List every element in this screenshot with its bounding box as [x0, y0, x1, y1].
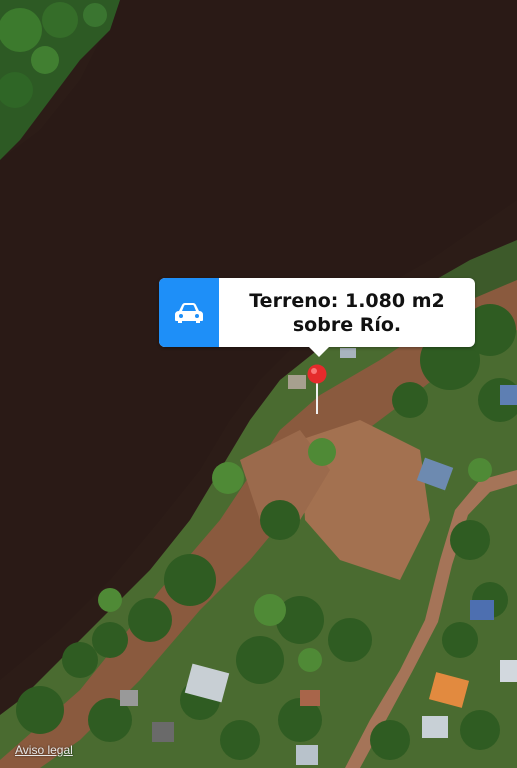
satellite-imagery[interactable]: [0, 0, 517, 768]
directions-button[interactable]: [159, 278, 219, 347]
callout-label: Terreno: 1.080 m2 sobre Río.: [229, 288, 465, 337]
car-icon: [175, 302, 203, 323]
info-callout[interactable]: Terreno: 1.080 m2 sobre Río.: [159, 278, 475, 357]
callout-line-2: sobre Río.: [292, 313, 402, 336]
map-view[interactable]: Terreno: 1.080 m2 sobre Río. Aviso legal: [0, 0, 517, 768]
map-pin-icon: [307, 364, 327, 414]
legal-notice-link[interactable]: Aviso legal: [15, 743, 73, 757]
location-marker[interactable]: [306, 364, 328, 416]
callout-line-1: Terreno: 1.080 m2: [249, 289, 445, 312]
callout-tail: [309, 347, 329, 357]
